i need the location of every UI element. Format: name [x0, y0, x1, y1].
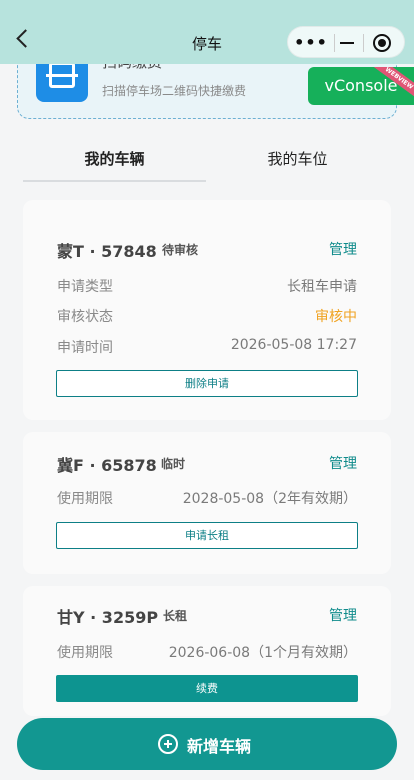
tab-bar: 我的车辆 我的车位 — [23, 140, 389, 184]
scan-subtitle: 扫描停车场二维码快捷缴费 — [102, 84, 247, 98]
plate-number: 冀F · 65878 — [57, 456, 157, 475]
vehicle-card: 蒙T · 57848 待审核 管理 申请类型 长租车申请 审核状态 审核中 申请… — [23, 200, 391, 420]
add-vehicle-button[interactable]: 新增车辆 — [17, 718, 397, 770]
row-label: 申请时间 — [57, 340, 113, 356]
tab-my-parking-spaces[interactable]: 我的车位 — [206, 140, 389, 182]
row-label: 审核状态 — [57, 309, 113, 325]
row-value: 审核中 — [315, 309, 357, 325]
capsule-divider — [334, 34, 335, 52]
mini-program-capsule: ••• — [287, 26, 405, 58]
info-row: 使用期限 2026-06-08（1个月有效期） — [57, 642, 357, 662]
status-badge: 待审核 — [162, 243, 199, 257]
status-badge: 临时 — [161, 457, 186, 471]
more-menu-icon[interactable]: ••• — [288, 33, 334, 52]
apply-long-term-button[interactable]: 申请长租 — [56, 522, 358, 549]
delete-application-button[interactable]: 删除申请 — [56, 370, 358, 397]
nav-bar: 停车 ••• — [0, 0, 414, 64]
plate-number: 甘Y · 3259P — [57, 608, 159, 627]
vconsole-label: vConsole — [324, 76, 398, 95]
info-row: 审核状态 审核中 — [57, 306, 357, 326]
close-program-icon[interactable] — [373, 34, 391, 52]
row-value: 2028-05-08（2年有效期） — [182, 491, 357, 507]
minimize-icon[interactable] — [340, 42, 354, 44]
row-label: 使用期限 — [57, 645, 113, 661]
row-label: 使用期限 — [57, 491, 113, 507]
add-vehicle-label: 新增车辆 — [187, 737, 252, 756]
vconsole-button[interactable]: vConsole WEBVIEW — [308, 67, 414, 105]
info-row: 申请类型 长租车申请 — [57, 276, 357, 296]
vehicle-card: 甘Y · 3259P 长租 管理 使用期限 2026-06-08（1个月有效期）… — [23, 586, 391, 716]
capsule-divider — [363, 34, 364, 52]
renew-button[interactable]: 续费 — [56, 675, 358, 702]
tab-my-vehicles[interactable]: 我的车辆 — [23, 140, 206, 182]
plate-number: 蒙T · 57848 — [57, 242, 157, 261]
manage-link[interactable]: 管理 — [329, 453, 357, 473]
row-value: 2026-05-08 17:27 — [230, 337, 357, 353]
vehicle-card: 冀F · 65878 临时 管理 使用期限 2028-05-08（2年有效期） … — [23, 432, 391, 574]
manage-link[interactable]: 管理 — [329, 239, 357, 259]
status-badge: 长租 — [163, 609, 188, 623]
row-label: 申请类型 — [57, 279, 113, 295]
plus-circle-icon — [158, 734, 178, 754]
row-value: 长租车申请 — [287, 279, 357, 295]
info-row: 使用期限 2028-05-08（2年有效期） — [57, 488, 357, 508]
manage-link[interactable]: 管理 — [329, 605, 357, 625]
row-value: 2026-06-08（1个月有效期） — [168, 645, 357, 661]
info-row: 申请时间 2026-05-08 17:27 — [57, 337, 357, 357]
